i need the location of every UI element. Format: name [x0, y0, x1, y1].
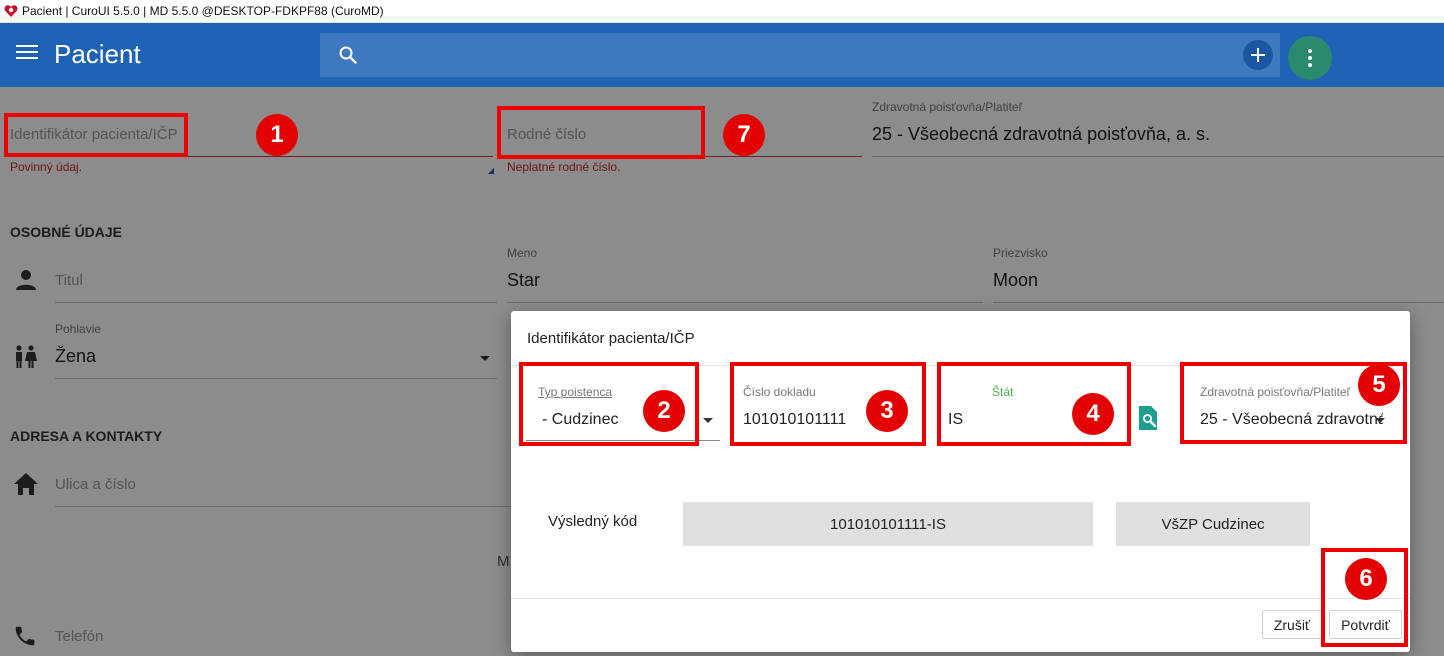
- dialog-footer-divider: [511, 598, 1410, 599]
- result-code-label: Výsledný kód: [548, 513, 638, 530]
- search-input[interactable]: [372, 41, 1232, 69]
- search-icon: [339, 46, 357, 64]
- annotation-badge-7: 7: [723, 114, 765, 156]
- annotation-badge-4: 4: [1072, 393, 1114, 435]
- result-type-value: VšZP Cudzinec: [1116, 502, 1310, 546]
- dialog-title: Identifikátor pacienta/IČP: [527, 330, 695, 347]
- more-vert-icon[interactable]: [1288, 36, 1332, 80]
- app-bar: Pacient: [0, 23, 1444, 87]
- annotation-badge-6: 6: [1345, 558, 1387, 600]
- window-titlebar: Pacient | CuroUI 5.5.0 | MD 5.5.0 @DESKT…: [0, 0, 1444, 23]
- cancel-button[interactable]: Zrušiť: [1262, 610, 1322, 639]
- annotation-badge-3: 3: [866, 390, 908, 432]
- annotation-badge-2: 2: [643, 390, 685, 432]
- annotation-box-1: [4, 113, 188, 157]
- annotation-badge-5: 5: [1358, 364, 1400, 406]
- heart-app-icon: [4, 5, 18, 17]
- add-icon[interactable]: [1243, 40, 1273, 70]
- result-code-value: 101010101111-IS: [683, 502, 1093, 546]
- lookup-search-icon[interactable]: [1136, 405, 1160, 431]
- typ-poistenca-dropdown-icon[interactable]: [703, 418, 713, 423]
- annotation-box-7: [497, 106, 705, 159]
- hamburger-menu-icon[interactable]: [16, 45, 38, 65]
- window-title: Pacient | CuroUI 5.5.0 | MD 5.5.0 @DESKT…: [22, 4, 384, 18]
- annotation-badge-1: 1: [256, 114, 298, 156]
- search-bar[interactable]: [320, 33, 1280, 77]
- page-title: Pacient: [54, 39, 141, 69]
